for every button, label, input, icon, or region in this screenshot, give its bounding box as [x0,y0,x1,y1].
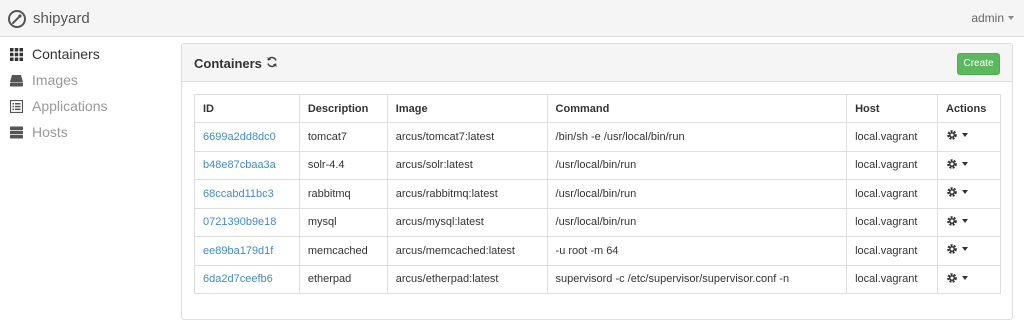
container-image: arcus/rabbitmq:latest [386,179,548,209]
list-alt-icon [10,99,23,113]
container-image: arcus/tomcat7:latest [386,122,548,152]
chevron-down-icon [962,161,968,166]
container-description: tomcat7 [298,122,388,152]
column-header-image[interactable]: Image [386,94,548,123]
gear-icon [947,187,957,198]
container-host: local.vagrant [846,179,938,209]
container-command: /usr/local/bin/run [546,150,848,180]
gear-icon [947,158,957,169]
container-command: /bin/sh -e /usr/local/bin/run [546,122,848,152]
table-row: 6699a2dd8dc0 tomcat7 arcus/tomcat7:lates… [194,122,1001,152]
sidebar-item-hosts[interactable]: Hosts [10,121,68,143]
sidebar-item-applications[interactable]: Applications [10,95,108,117]
actions-dropdown[interactable] [946,243,968,255]
container-command: -u root -m 64 [546,236,848,266]
container-host: local.vagrant [846,264,938,294]
column-header-id[interactable]: ID [194,94,300,123]
container-description: solr-4.4 [298,150,388,180]
column-header-description[interactable]: Description [298,94,388,123]
container-image: arcus/solr:latest [386,150,548,180]
table-header-row: ID Description Image Command Host Action… [194,94,1001,123]
container-command: /usr/local/bin/run [546,179,848,209]
container-description: rabbitmq [298,179,388,209]
container-description: mysql [298,207,388,237]
refresh-icon[interactable] [266,56,278,68]
sidebar: Containers Images Applications Hosts [0,37,175,330]
shipyard-logo-icon [8,9,26,28]
chevron-down-icon [1008,16,1014,20]
sidebar-item-images[interactable]: Images [10,69,78,91]
table-row: b48e87cbaa3a solr-4.4 arcus/solr:latest … [194,150,1001,180]
chevron-down-icon [962,275,968,280]
container-id-link[interactable]: ee89ba179d1f [203,245,273,257]
containers-panel: Containers Create ID Description Image C… [181,43,1013,320]
user-name: admin [971,11,1004,25]
gear-icon [947,215,957,226]
container-host: local.vagrant [846,236,938,266]
chevron-down-icon [962,190,968,195]
container-id-link[interactable]: b48e87cbaa3a [203,159,276,171]
user-menu-dropdown[interactable]: admin [971,11,1014,25]
table-row: ee89ba179d1f memcached arcus/memcached:l… [194,236,1001,266]
panel-heading: Containers Create [182,44,1012,82]
container-command: supervisord -c /etc/supervisor/superviso… [546,264,848,294]
table-row: 68ccabd11bc3 rabbitmq arcus/rabbitmq:lat… [194,179,1001,209]
actions-dropdown[interactable] [946,215,968,227]
sidebar-item-containers[interactable]: Containers [10,43,100,65]
table-row: 6da2d7ceefb6 etherpad arcus/etherpad:lat… [194,264,1001,294]
actions-dropdown[interactable] [946,158,968,170]
table-row: 0721390b9e18 mysql arcus/mysql:latest /u… [194,207,1001,237]
actions-dropdown[interactable] [946,129,968,141]
panel-title: Containers [194,56,262,71]
container-description: etherpad [298,264,388,294]
gear-icon [947,130,957,141]
grid-icon [10,47,23,61]
chevron-down-icon [962,133,968,138]
container-id-link[interactable]: 6699a2dd8dc0 [203,131,276,143]
column-header-host[interactable]: Host [846,94,938,123]
sidebar-item-label: Hosts [32,124,68,140]
chevron-down-icon [962,218,968,223]
gear-icon [947,272,957,283]
column-header-actions: Actions [937,94,1001,123]
sidebar-item-label: Images [32,72,78,88]
containers-table: ID Description Image Command Host Action… [194,94,1001,294]
container-image: arcus/mysql:latest [386,207,548,237]
container-host: local.vagrant [846,122,938,152]
chevron-down-icon [962,247,968,252]
tasks-icon [10,126,23,138]
container-id-link[interactable]: 68ccabd11bc3 [203,188,274,200]
actions-dropdown[interactable] [946,272,968,284]
container-image: arcus/etherpad:latest [386,264,548,294]
hdd-icon [10,74,23,86]
container-description: memcached [298,236,388,266]
create-button[interactable]: Create [957,53,1000,75]
actions-dropdown[interactable] [946,186,968,198]
container-id-link[interactable]: 6da2d7ceefb6 [203,273,273,285]
sidebar-item-label: Containers [32,46,100,62]
container-id-link[interactable]: 0721390b9e18 [203,216,276,228]
column-header-command[interactable]: Command [546,94,848,123]
brand-name: shipyard [33,10,90,27]
container-image: arcus/memcached:latest [386,236,548,266]
container-host: local.vagrant [846,207,938,237]
top-navbar: shipyard admin [0,0,1024,37]
container-command: /usr/local/bin/run [546,207,848,237]
container-host: local.vagrant [846,150,938,180]
sidebar-item-label: Applications [32,98,108,114]
gear-icon [947,244,957,255]
brand-link[interactable]: shipyard [7,8,90,29]
